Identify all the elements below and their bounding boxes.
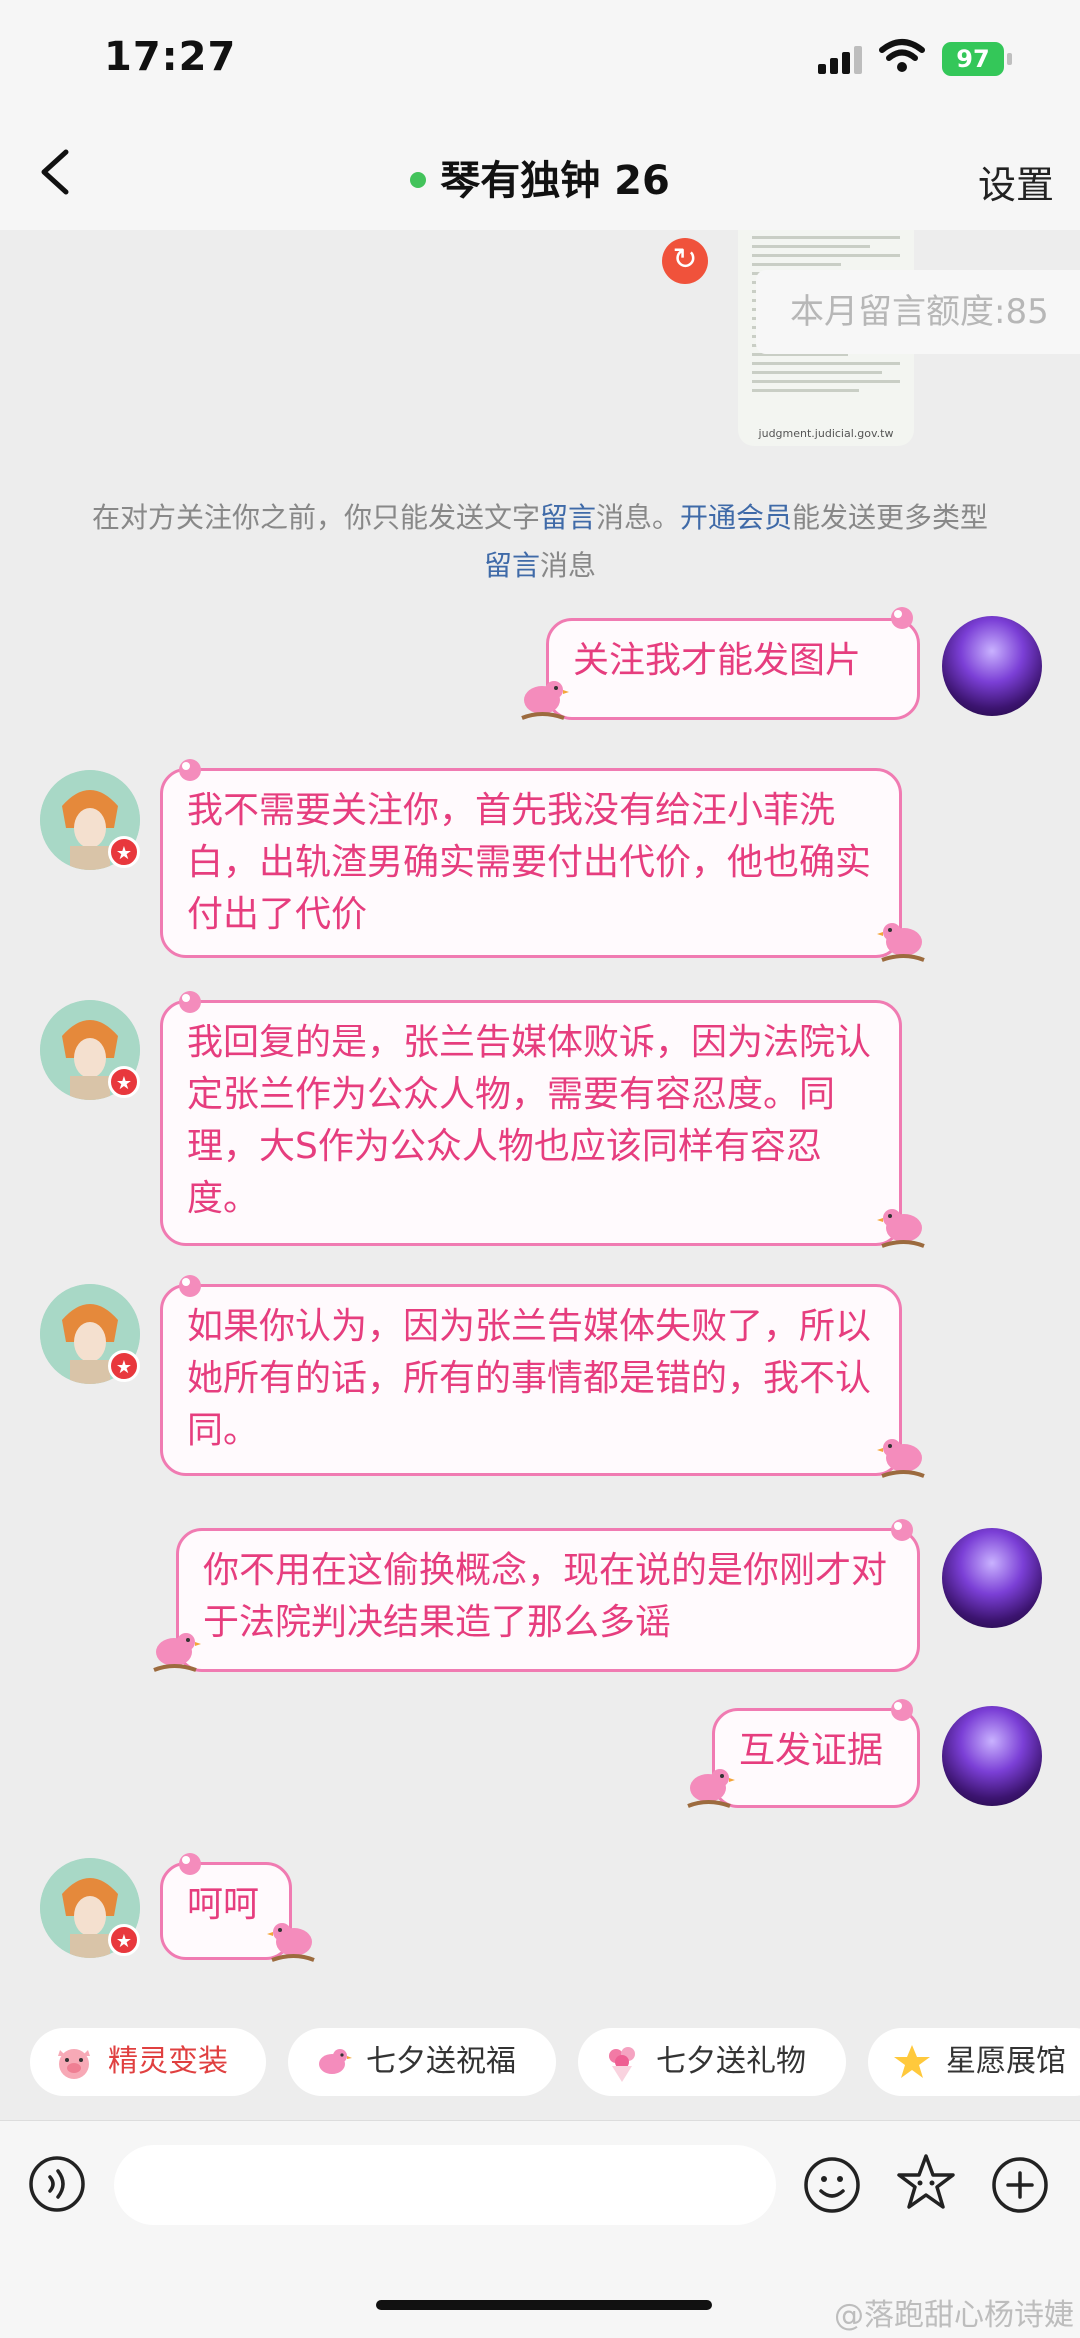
bird-sticker-icon: [267, 1923, 315, 1962]
resend-icon[interactable]: ↻: [662, 238, 708, 284]
my-avatar[interactable]: [942, 616, 1042, 716]
bird-sticker-icon: [877, 923, 925, 962]
home-indicator: [376, 2300, 712, 2310]
sparkle-icon: [891, 607, 913, 629]
vip-badge-icon: ★: [108, 1924, 140, 1956]
battery-icon: 97: [942, 42, 1004, 76]
watermark: @落跑甜心杨诗婕: [834, 2298, 1074, 2333]
message-bubble-received[interactable]: 我不需要关注你，首先我没有给汪小菲洗白，出轨渣男确实需要付出代价，他也确实付出了…: [160, 768, 902, 958]
notice-text-1: 在对方关注你之前，你只能发送文字: [91, 501, 540, 534]
message-text: 呵呵: [187, 1884, 260, 1925]
vip-badge-icon: ★: [108, 1350, 140, 1382]
sparkle-icon: [179, 1275, 201, 1297]
message-quota-label: 本月留言额度:85: [756, 270, 1080, 354]
sparkle-icon: [891, 1519, 913, 1541]
favorite-star-icon[interactable]: [893, 2151, 959, 2217]
add-more-icon[interactable]: [990, 2155, 1050, 2215]
notice-text-3: 能发送更多类型: [792, 501, 989, 534]
status-bar: 17:27 97: [0, 0, 1080, 120]
star-icon: [894, 2045, 930, 2078]
battery-level: 97: [956, 45, 990, 73]
quick-action-bar: 精灵变装 七夕送祝福 七夕送礼物 星愿展馆: [0, 2010, 1080, 2110]
bird-sticker-icon: [521, 681, 569, 720]
status-time: 17:27: [104, 34, 237, 80]
chip-costume[interactable]: 精灵变装: [30, 2028, 266, 2096]
sparkle-icon: [179, 991, 201, 1013]
message-bubble-sent[interactable]: 你不用在这偷换概念，现在说的是你刚才对于法院判决结果造了那么多谣: [176, 1528, 920, 1672]
my-avatar[interactable]: [942, 1706, 1042, 1806]
chip-label: 七夕送礼物: [656, 2044, 806, 2079]
message-text: 你不用在这偷换概念，现在说的是你刚才对于法院判决结果造了那么多谣: [203, 1550, 888, 1643]
notice-link-membership[interactable]: 开通会员: [680, 501, 792, 534]
chip-label: 七夕送祝福: [366, 2044, 516, 2079]
my-avatar[interactable]: [942, 1528, 1042, 1628]
chip-star-wish-hall[interactable]: 星愿展馆: [868, 2028, 1080, 2096]
sparkle-icon: [891, 1699, 913, 1721]
notice-link-message-2[interactable]: 留言: [484, 549, 540, 582]
chip-qixi-blessing[interactable]: 七夕送祝福: [288, 2028, 556, 2096]
message-text: 关注我才能发图片: [573, 640, 862, 681]
settings-button[interactable]: 设置: [978, 154, 1054, 209]
image-url-text: judgment.judicial.gov.tw: [758, 427, 894, 440]
message-text: 如果你认为，因为张兰告媒体失败了，所以她所有的话，所有的事情都是错的，我不认同。: [187, 1306, 872, 1451]
notice-link-message[interactable]: 留言: [540, 501, 596, 534]
notice-text-4: 消息: [540, 549, 597, 582]
chip-label: 星愿展馆: [946, 2044, 1066, 2079]
message-text: 我回复的是，张兰告媒体败诉，因为法院认定张兰作为公众人物，需要有容忍度。同理，大…: [187, 1022, 872, 1219]
chat-title: 琴有独钟 26: [0, 148, 1080, 206]
message-text: 我不需要关注你，首先我没有给汪小菲洗白，出轨渣男确实需要付出代价，他也确实付出了…: [187, 790, 872, 935]
vip-badge-icon: ★: [108, 1066, 140, 1098]
voice-input-icon[interactable]: [28, 2155, 86, 2213]
bouquet-icon: [609, 2047, 635, 2082]
bird-sticker-icon: [153, 1633, 201, 1672]
message-text: 互发证据: [739, 1730, 884, 1771]
message-input[interactable]: [114, 2145, 776, 2225]
battery-tip: [1007, 53, 1012, 65]
pig-icon: [58, 2049, 90, 2079]
message-bubble-sent[interactable]: 关注我才能发图片: [546, 618, 920, 720]
message-bubble-received[interactable]: 我回复的是，张兰告媒体败诉，因为法院认定张兰作为公众人物，需要有容忍度。同理，大…: [160, 1000, 902, 1246]
sparkle-icon: [179, 759, 201, 781]
bird-sticker-icon: [687, 1769, 735, 1808]
message-bubble-received[interactable]: 如果你认为，因为张兰告媒体失败了，所以她所有的话，所有的事情都是错的，我不认同。: [160, 1284, 902, 1476]
chip-qixi-gift[interactable]: 七夕送礼物: [578, 2028, 846, 2096]
bird-sticker-icon: [877, 1209, 925, 1248]
sparkle-icon: [179, 1853, 201, 1875]
emoji-icon[interactable]: [802, 2155, 862, 2215]
nav-bar: 琴有独钟 26 设置: [0, 120, 1080, 230]
vip-badge-icon: ★: [108, 836, 140, 868]
chat-title-text: 琴有独钟 26: [440, 158, 670, 204]
notice-text-2: 消息。: [595, 501, 680, 534]
online-status-dot: [410, 172, 427, 188]
system-notice: 在对方关注你之前，你只能发送文字留言消息。开通会员能发送更多类型留言消息: [90, 494, 990, 590]
chip-label: 精灵变装: [108, 2044, 228, 2079]
bird-sticker-icon: [877, 1439, 925, 1478]
bird-icon: [319, 2049, 352, 2074]
cellular-signal-icon: [818, 46, 862, 74]
wifi-icon: [879, 39, 925, 72]
